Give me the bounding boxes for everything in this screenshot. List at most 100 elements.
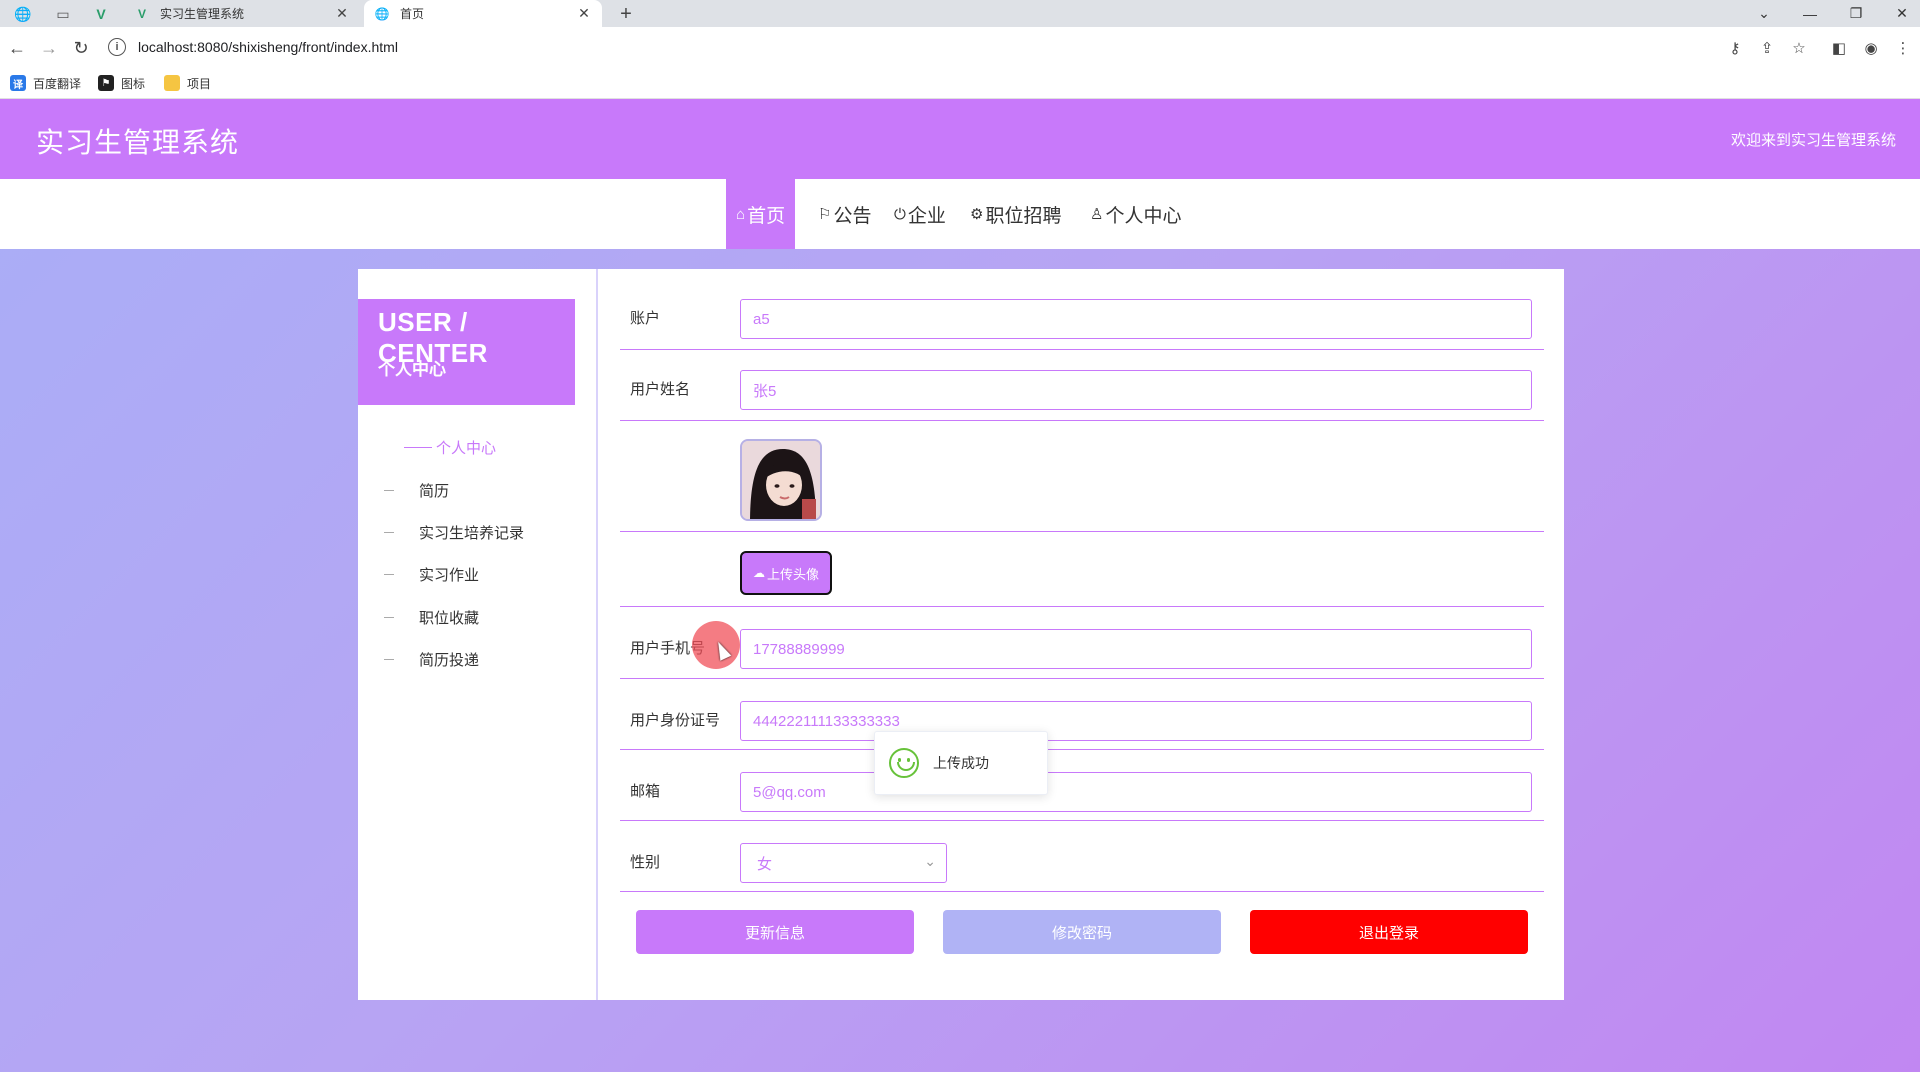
row-email: 邮箱 5@qq.com — [620, 750, 1544, 821]
sidebar-item-label: 职位收藏 — [419, 609, 480, 627]
address-bar[interactable]: i localhost:8080/shixisheng/front/index.… — [108, 32, 1718, 62]
tab-title: 实习生管理系统 — [160, 7, 245, 21]
site-header: 实习生管理系统 欢迎来到实习生管理系统 — [0, 99, 1920, 179]
bookmark-item[interactable]: 项目 — [164, 73, 211, 93]
sidebar-item-favorites[interactable]: 职位收藏 — [384, 606, 479, 628]
star-icon[interactable]: ☆ — [1786, 35, 1812, 61]
bookmark-item[interactable]: 译 百度翻译 — [10, 73, 81, 93]
vue-icon: V — [137, 6, 146, 21]
sidebar-item-label: 个人中心 — [436, 439, 497, 457]
idcard-label: 用户身份证号 — [630, 712, 721, 729]
sidebar-item-training[interactable]: 实习生培养记录 — [384, 521, 524, 543]
gender-select[interactable]: 女 ⌄ — [740, 843, 947, 883]
vue-icon[interactable]: V — [86, 4, 116, 24]
bookmark-label: 项目 — [187, 76, 212, 91]
gender-value: 女 — [757, 855, 773, 873]
bookmark-label: 图标 — [121, 76, 146, 91]
nav-label: 公告 — [833, 205, 872, 227]
upload-label: 上传头像 — [766, 566, 819, 582]
tab-home[interactable]: 🌐 首页 ✕ — [364, 0, 602, 27]
sidebar-item-profile[interactable]: 个人中心 — [404, 436, 496, 458]
pinned-tab-icon[interactable]: ▭ — [48, 4, 78, 24]
update-info-button[interactable]: 更新信息 — [636, 910, 914, 954]
sidepanel-icon[interactable]: ◧ — [1826, 35, 1852, 61]
close-window-button[interactable]: ✕ — [1880, 0, 1920, 27]
flag-icon: ⚐ — [818, 206, 832, 223]
key-icon[interactable]: ⚷ — [1722, 35, 1748, 61]
share-icon[interactable]: ⇪ — [1754, 35, 1780, 61]
restore-button[interactable]: ❐ — [1834, 0, 1878, 27]
profile-card: USER / CENTER 个人中心 个人中心 简历 实习生培养记录 实习作业 — [358, 269, 1564, 1000]
account-label: 账户 — [630, 310, 661, 327]
email-input[interactable]: 5@qq.com — [740, 772, 1532, 812]
dash-icon — [384, 616, 394, 618]
minimize-button[interactable]: — — [1788, 0, 1832, 27]
upload-avatar-button[interactable]: ☁ 上传头像 — [740, 551, 832, 595]
nav-label: 职位招聘 — [985, 205, 1062, 227]
back-icon[interactable]: ← — [4, 35, 30, 61]
email-label: 邮箱 — [630, 783, 661, 800]
menu-icon[interactable]: ⋮ — [1890, 35, 1916, 61]
nav-item-home[interactable]: ⌂ 首页 — [726, 179, 796, 249]
folder-icon — [164, 75, 180, 91]
dash-icon — [384, 573, 394, 575]
globe-icon: 🌐 — [374, 6, 390, 21]
gear-icon: ⚙ — [970, 206, 984, 223]
tab-search-icon[interactable]: ⌄ — [1742, 0, 1786, 27]
new-tab-button[interactable]: + — [614, 2, 638, 26]
nav-item-announcement[interactable]: ⚐ 公告 — [808, 179, 881, 249]
main-nav: ⌂ 首页 ⚐ 公告 ⏻ 企业 ⚙ 职位招聘 ♙ 个人中心 — [0, 179, 1920, 249]
nav-item-company[interactable]: ⏻ 企业 — [884, 179, 956, 249]
phone-input[interactable]: 17788889999 — [740, 629, 1532, 669]
change-password-button[interactable]: 修改密码 — [943, 910, 1221, 954]
dash-icon — [384, 489, 394, 491]
idcard-input[interactable]: 444222111133333333 — [740, 701, 1532, 741]
url-text: localhost:8080/shixisheng/front/index.ht… — [138, 39, 398, 55]
bookmark-label: 百度翻译 — [33, 76, 82, 91]
power-icon: ⏻ — [894, 205, 906, 223]
bookmarks-bar: 译 百度翻译 ⚑ 图标 项目 — [0, 67, 1920, 99]
row-name: 用户姓名 张5 — [620, 350, 1544, 421]
row-phone: 用户手机号 17788889999 — [620, 607, 1544, 679]
site-title: 实习生管理系统 — [36, 127, 240, 158]
gender-label: 性别 — [630, 854, 661, 871]
sidebar-item-label: 实习作业 — [419, 566, 480, 584]
nav-item-profile[interactable]: ♙ 个人中心 — [1080, 179, 1191, 249]
nav-item-jobs[interactable]: ⚙ 职位招聘 — [960, 179, 1071, 249]
sidebar-item-label: 简历 — [419, 482, 450, 500]
profile-icon[interactable]: ◉ — [1858, 35, 1884, 61]
tab-system[interactable]: V 实习生管理系统 ✕ — [124, 0, 360, 27]
name-input[interactable]: 张5 — [740, 370, 1532, 410]
globe-icon[interactable]: 🌐 — [8, 4, 38, 24]
flag-icon: ⚑ — [98, 75, 114, 91]
cloud-upload-icon: ☁ — [752, 566, 765, 580]
page-background: 实习生管理系统 欢迎来到实习生管理系统 ⌂ 首页 ⚐ 公告 ⏻ 企业 ⚙ 职位招… — [0, 99, 1920, 1072]
close-icon[interactable]: ✕ — [576, 5, 592, 22]
account-input[interactable]: a5 — [740, 299, 1532, 339]
nav-label: 企业 — [907, 205, 946, 227]
reload-icon[interactable]: ↻ — [68, 35, 94, 61]
toast-message: 上传成功 — [933, 755, 989, 771]
user-icon: ♙ — [1090, 206, 1104, 223]
dash-icon — [384, 658, 394, 660]
forward-icon[interactable]: → — [36, 35, 62, 61]
dash-icon — [384, 531, 394, 533]
browser-tabbar: 🌐 ▭ V V 实习生管理系统 ✕ 🌐 首页 ✕ + ⌄ — ❐ ✕ — [0, 0, 1920, 27]
tab-title: 首页 — [400, 7, 425, 21]
success-toast: 上传成功 — [874, 731, 1048, 795]
sidebar-item-resume[interactable]: 简历 — [384, 479, 449, 501]
close-icon[interactable]: ✕ — [334, 5, 350, 22]
row-gender: 性别 女 ⌄ — [620, 821, 1544, 892]
browser-toolbar: ← → ↻ i localhost:8080/shixisheng/front/… — [0, 27, 1920, 67]
bookmark-item[interactable]: ⚑ 图标 — [98, 73, 145, 93]
logout-button[interactable]: 退出登录 — [1250, 910, 1528, 954]
home-icon: ⌂ — [736, 205, 746, 223]
sidebar-item-homework[interactable]: 实习作业 — [384, 563, 479, 585]
row-account: 账户 a5 — [620, 269, 1544, 350]
info-icon[interactable]: i — [108, 38, 126, 56]
sidebar-title-cn: 个人中心 — [378, 360, 446, 379]
row-idcard: 用户身份证号 444222111133333333 — [620, 679, 1544, 750]
chevron-down-icon: ⌄ — [924, 853, 936, 869]
dash-icon — [404, 446, 432, 448]
sidebar-item-applications[interactable]: 简历投递 — [384, 648, 479, 670]
